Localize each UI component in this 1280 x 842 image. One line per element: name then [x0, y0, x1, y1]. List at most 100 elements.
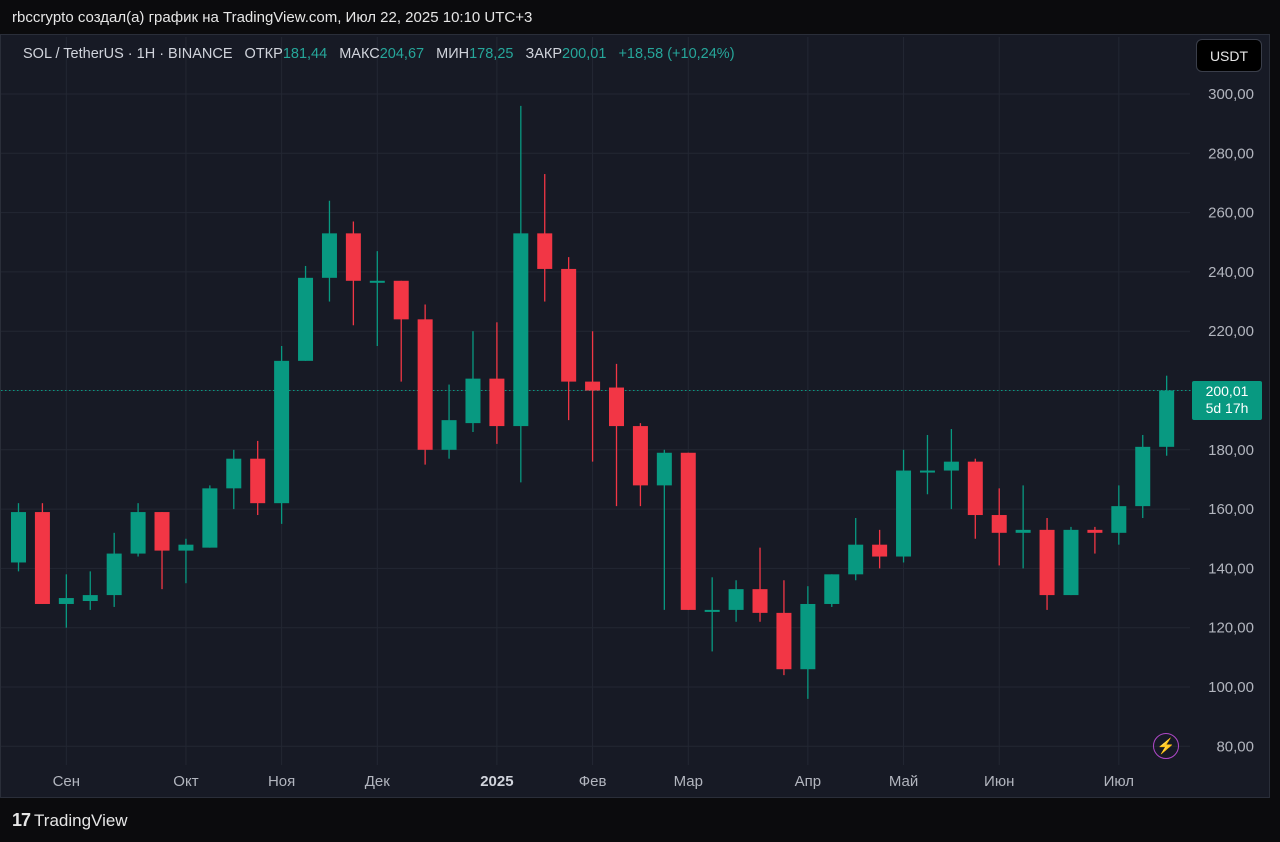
candle — [1087, 526, 1103, 554]
y-tick-label: 100,00 — [1208, 679, 1254, 696]
candle-body — [991, 515, 1007, 533]
candle — [824, 574, 840, 607]
low-value: 178,25 — [469, 46, 514, 62]
candle-body — [1039, 529, 1055, 596]
candle-body — [489, 378, 505, 427]
candle — [1159, 375, 1175, 456]
candle — [585, 331, 601, 462]
candle — [1135, 434, 1151, 518]
x-tick-label: Июл — [1104, 773, 1134, 790]
candle-body — [11, 512, 26, 563]
last-price-value: 200,01 — [1205, 383, 1249, 399]
x-tick-label: Дек — [365, 773, 391, 790]
y-tick-label: 280,00 — [1208, 145, 1254, 162]
candle — [561, 257, 577, 421]
candle-body — [82, 595, 98, 602]
candle — [82, 571, 98, 610]
candle-body — [967, 461, 983, 516]
candle-body — [58, 598, 74, 604]
candle — [704, 577, 720, 652]
candle — [609, 363, 624, 507]
candle — [537, 174, 553, 302]
candle-body — [919, 470, 935, 473]
candle-body — [943, 461, 959, 471]
symbol-legend: SOL / TetherUS · 1Н · BINANCE ОТКР181,44… — [23, 46, 735, 62]
symbol-name[interactable]: SOL / TetherUS · 1Н · BINANCE — [23, 46, 233, 62]
x-tick-label: Фев — [579, 773, 607, 790]
x-tick-label: Май — [889, 773, 918, 790]
x-tick-label: Сен — [53, 773, 80, 790]
x-tick-label: Ноя — [268, 773, 295, 790]
candle-body — [417, 319, 433, 450]
candle-body — [800, 603, 816, 670]
candle — [513, 105, 529, 483]
candle — [58, 574, 74, 628]
candle — [441, 384, 457, 459]
candle-body — [393, 280, 409, 320]
candle-body — [680, 452, 696, 610]
candle — [752, 547, 768, 622]
candle-body — [824, 574, 840, 604]
currency-button[interactable]: USDT — [1196, 39, 1262, 72]
candle-body — [178, 544, 194, 551]
candle — [11, 503, 26, 572]
candle-body — [106, 553, 122, 596]
y-tick-label: 140,00 — [1208, 560, 1254, 577]
candle-body — [345, 233, 361, 281]
open-value: 181,44 — [282, 46, 328, 62]
candle-body — [441, 420, 457, 450]
candle — [345, 221, 361, 326]
candle — [154, 512, 170, 590]
candle-body — [130, 512, 146, 554]
candle-body — [752, 589, 768, 613]
candle — [369, 251, 385, 347]
candle-body — [1015, 529, 1031, 533]
x-tick-label: Июн — [984, 773, 1014, 790]
candle — [417, 304, 433, 465]
candle-body — [585, 381, 601, 391]
high-label: МАКС — [339, 46, 380, 62]
candle — [872, 529, 888, 569]
y-tick-label: 220,00 — [1208, 323, 1254, 340]
candle — [1063, 526, 1079, 596]
candle-body — [848, 544, 864, 575]
candle-body — [1135, 446, 1151, 507]
candle — [943, 429, 959, 510]
candle-body — [154, 512, 170, 551]
x-tick-label: Апр — [795, 773, 821, 790]
candle-body — [896, 470, 912, 557]
candle — [489, 322, 505, 444]
candle — [1039, 517, 1055, 610]
candle — [848, 517, 864, 581]
low-label: МИН — [436, 46, 470, 62]
y-tick-label: 160,00 — [1208, 501, 1254, 518]
candle — [967, 458, 983, 539]
last-price-label: 200,01 5d 17h — [1192, 381, 1262, 420]
candle-body — [274, 360, 290, 504]
candle-body — [609, 387, 624, 427]
candle-body — [704, 609, 720, 612]
candle-body — [1063, 529, 1079, 596]
y-tick-label: 260,00 — [1208, 205, 1254, 222]
candle-body — [1111, 506, 1127, 533]
x-tick-label: Мар — [674, 773, 703, 790]
bar-countdown: 5d 17h — [1205, 400, 1249, 416]
candle-body — [1087, 529, 1103, 533]
y-tick-label: 80,00 — [1216, 738, 1254, 755]
candle — [1111, 485, 1127, 545]
change-value: +18,58 (+10,24%) — [618, 46, 735, 62]
x-tick-label: 2025 — [480, 773, 513, 790]
candle — [178, 538, 194, 584]
open-label: ОТКР — [244, 46, 283, 62]
lightning-icon[interactable]: ⚡ — [1153, 733, 1179, 759]
candlestick-chart[interactable]: 80,00 100,00 120,00 140,00 160,00 180,00 200,0… — [0, 0, 1280, 842]
tradingview-logo[interactable]: 17 TradingView — [12, 810, 128, 831]
candle — [465, 331, 481, 433]
candle — [34, 503, 50, 604]
candle — [991, 488, 1007, 566]
y-tick-label: 300,00 — [1208, 86, 1254, 103]
candle — [130, 503, 146, 557]
candle — [202, 485, 218, 548]
y-tick-label: 240,00 — [1208, 264, 1254, 281]
candle-body — [34, 512, 50, 604]
